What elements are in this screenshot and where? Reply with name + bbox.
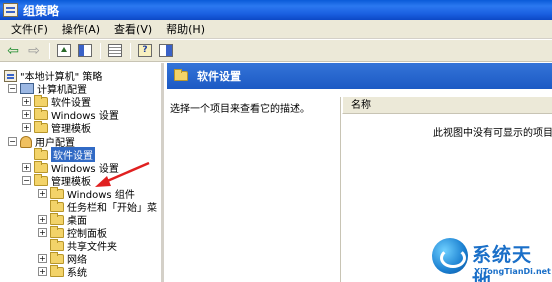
folder-icon [34,173,48,186]
folder-icon [50,225,64,238]
user-icon [20,135,32,148]
folder-icon [50,186,64,199]
description-text: 选择一个项目来查看它的描述。 [170,104,310,115]
window-title: 组策略 [23,3,60,18]
folder-icon [50,238,64,251]
title-bar: 组策略 [0,0,552,20]
collapse-icon[interactable]: − [8,137,17,146]
folder-icon [34,107,48,120]
computer-icon [20,83,34,94]
folder-icon [34,94,48,107]
show-tree-icon [78,44,92,57]
folder-icon [50,264,64,277]
expand-icon[interactable]: + [38,228,47,237]
tree-admin-system[interactable]: + 系统 [38,264,87,279]
forward-button[interactable]: ⇨ [24,42,44,60]
details-title: 软件设置 [197,70,241,83]
up-button[interactable] [54,42,74,60]
menu-bar: 文件(F) 操作(A) 查看(V) 帮助(H) [0,20,552,39]
folder-icon [34,147,48,160]
export-list-icon [108,44,122,57]
toolbar: ⇦ ⇨ ? [0,40,552,62]
empty-list-message: 此视图中没有可显示的项目 [433,128,552,139]
folder-icon [34,120,48,133]
menu-action[interactable]: 操作(A) [55,20,107,39]
site-logo-icon [432,238,468,274]
toolbar-separator [49,42,50,59]
back-button[interactable]: ⇦ [3,42,23,60]
expand-icon[interactable]: + [38,254,47,263]
column-header-name[interactable]: 名称 [342,97,552,114]
details-header: 软件设置 [167,63,552,89]
expand-icon[interactable]: + [22,163,31,172]
folder-icon [34,160,48,173]
view-button[interactable] [156,42,176,60]
expand-icon[interactable]: + [38,189,47,198]
help-icon: ? [138,44,152,57]
export-list-button[interactable] [105,42,125,60]
expand-icon[interactable]: + [22,123,31,132]
help-button[interactable]: ? [135,42,155,60]
folder-icon [50,199,64,212]
watermark-en: XiTongTianDi.net [474,267,551,276]
watermark: 系统天地 XiTongTianDi.net [432,238,551,282]
up-folder-icon [57,44,71,57]
policy-icon [4,69,17,82]
view-icon [159,44,173,57]
expand-icon[interactable]: + [38,215,47,224]
group-policy-icon [3,3,18,17]
show-tree-button[interactable] [75,42,95,60]
collapse-icon[interactable]: − [8,84,17,93]
annotation-arrow [95,161,150,187]
tree-item-label: 系统 [67,268,87,279]
menu-help[interactable]: 帮助(H) [159,20,212,39]
menu-file[interactable]: 文件(F) [4,20,55,39]
forward-arrow-icon: ⇨ [28,42,40,59]
folder-icon [50,251,64,264]
expand-icon[interactable]: + [38,267,47,276]
back-arrow-icon: ⇦ [7,42,19,59]
toolbar-separator [100,42,101,59]
pane-divider [340,97,341,282]
collapse-icon[interactable]: − [22,176,31,185]
toolbar-separator [130,42,131,59]
menu-view[interactable]: 查看(V) [107,20,159,39]
tree-computer-admin[interactable]: + 管理模板 [22,120,91,135]
expand-icon[interactable]: + [22,97,31,106]
folder-icon [50,212,64,225]
folder-icon [174,69,188,81]
expand-icon[interactable]: + [22,110,31,119]
tree-item-label: 管理模板 [51,124,91,135]
